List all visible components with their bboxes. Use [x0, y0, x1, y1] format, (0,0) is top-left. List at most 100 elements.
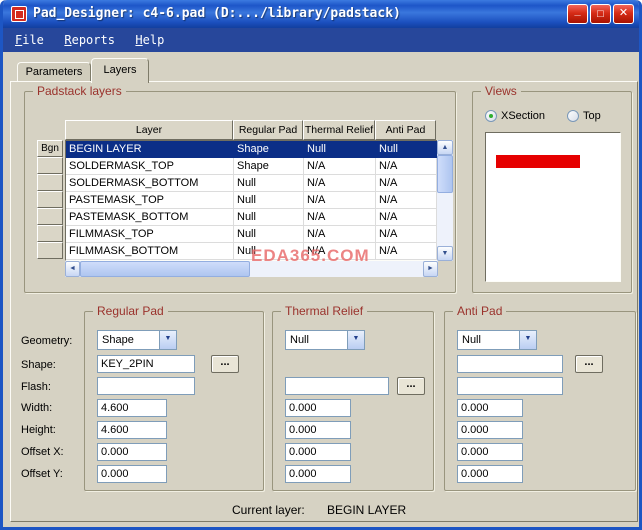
anti-offset-x-input[interactable] [457, 443, 523, 461]
anti-width-input[interactable] [457, 399, 523, 417]
cell-thermal: N/A [304, 158, 376, 175]
thermal-relief-title: Thermal Relief [281, 304, 368, 318]
chevron-down-icon[interactable]: ▼ [159, 331, 176, 349]
anti-flash-input[interactable] [457, 377, 563, 395]
tab-layers[interactable]: Layers [91, 58, 149, 83]
regular-shape-input[interactable] [97, 355, 195, 373]
views-group: Views XSection Top [472, 84, 632, 293]
regular-height-input[interactable] [97, 421, 167, 439]
cell-anti: N/A [376, 192, 437, 209]
minimize-button[interactable]: _ [567, 4, 588, 24]
anti-geometry-value: Null [462, 334, 481, 346]
table-row[interactable]: FILMMASK_TOP Null N/A N/A [66, 226, 437, 243]
cell-regular: Null [234, 192, 304, 209]
cell-regular: Null [234, 226, 304, 243]
scroll-left-icon[interactable]: ◄ [65, 261, 80, 277]
cell-layer: SOLDERMASK_BOTTOM [66, 175, 234, 192]
app-icon[interactable] [11, 6, 27, 22]
radio-xsection[interactable]: XSection [485, 110, 545, 122]
layers-tab-panel: Padstack layers Layer Regular Pad Therma… [10, 81, 638, 522]
column-header-layer[interactable]: Layer [65, 120, 233, 140]
row-header[interactable] [37, 191, 63, 208]
row-header[interactable] [37, 225, 63, 242]
table-row[interactable]: PASTEMASK_TOP Null N/A N/A [66, 192, 437, 209]
regular-offset-y-input[interactable] [97, 465, 167, 483]
thermal-flash-browse-button[interactable]: ... [397, 377, 425, 395]
cell-anti: N/A [376, 209, 437, 226]
regular-geometry-dropdown[interactable]: Shape ▼ [97, 330, 177, 350]
cell-thermal: Null [304, 141, 376, 158]
regular-flash-input[interactable] [97, 377, 195, 395]
anti-shape-input[interactable] [457, 355, 563, 373]
offset-x-label: Offset X: [21, 446, 64, 458]
table-row[interactable]: PASTEMASK_BOTTOM Null N/A N/A [66, 209, 437, 226]
regular-pad-group: Regular Pad Shape ▼ ... [84, 304, 264, 491]
cell-regular: Null [234, 175, 304, 192]
chevron-down-icon[interactable]: ▼ [347, 331, 364, 349]
cell-anti: Null [376, 141, 437, 158]
scroll-up-icon[interactable]: ▲ [437, 140, 453, 155]
cell-layer: FILMMASK_TOP [66, 226, 234, 243]
cell-thermal: N/A [304, 226, 376, 243]
radio-unselected-icon [567, 110, 579, 122]
regular-shape-browse-button[interactable]: ... [211, 355, 239, 373]
vertical-scroll-thumb[interactable] [437, 155, 453, 193]
thermal-geometry-dropdown[interactable]: Null ▼ [285, 330, 365, 350]
table-row[interactable]: SOLDERMASK_TOP Shape N/A N/A [66, 158, 437, 175]
column-header-anti-pad[interactable]: Anti Pad [375, 120, 436, 140]
regular-offset-x-input[interactable] [97, 443, 167, 461]
titlebar[interactable]: Pad_Designer: c4-6.pad (D:.../library/pa… [3, 0, 639, 28]
horizontal-scroll-thumb[interactable] [80, 261, 250, 277]
views-title: Views [481, 84, 521, 98]
window-title: Pad_Designer: c4-6.pad (D:.../library/pa… [33, 6, 401, 21]
row-header[interactable] [37, 174, 63, 191]
thermal-height-input[interactable] [285, 421, 351, 439]
close-button[interactable]: ✕ [613, 4, 634, 24]
cell-layer: PASTEMASK_TOP [66, 192, 234, 209]
radio-top[interactable]: Top [567, 110, 601, 122]
row-header[interactable] [37, 157, 63, 174]
menu-reports[interactable]: Reports [56, 28, 123, 52]
thermal-width-input[interactable] [285, 399, 351, 417]
menu-file[interactable]: File [7, 28, 52, 52]
row-header-bgn[interactable]: Bgn [37, 140, 63, 157]
radio-selected-icon [485, 110, 497, 122]
menu-help[interactable]: Help [127, 28, 172, 52]
chevron-down-icon[interactable]: ▼ [519, 331, 536, 349]
table-vertical-scrollbar[interactable]: ▲ ▼ [437, 140, 453, 261]
cell-layer: PASTEMASK_BOTTOM [66, 209, 234, 226]
column-header-thermal-relief[interactable]: Thermal Relief [303, 120, 375, 140]
maximize-button[interactable]: □ [590, 4, 611, 24]
offset-y-label: Offset Y: [21, 468, 63, 480]
scroll-right-icon[interactable]: ► [423, 261, 438, 277]
tab-parameters[interactable]: Parameters [17, 62, 91, 82]
cell-regular: Shape [234, 141, 304, 158]
regular-pad-title: Regular Pad [93, 304, 168, 318]
cell-layer: FILMMASK_BOTTOM [66, 243, 234, 260]
anti-geometry-dropdown[interactable]: Null ▼ [457, 330, 537, 350]
cell-anti: N/A [376, 226, 437, 243]
anti-height-input[interactable] [457, 421, 523, 439]
current-layer-value: BEGIN LAYER [327, 503, 407, 517]
menubar: File Reports Help [3, 28, 639, 52]
padstack-layers-title: Padstack layers [33, 84, 126, 98]
watermark: EDA365.COM [251, 246, 370, 265]
scroll-down-icon[interactable]: ▼ [437, 246, 453, 261]
row-header[interactable] [37, 242, 63, 259]
xsection-view-canvas [485, 132, 621, 282]
current-layer-label: Current layer: [232, 503, 305, 517]
column-header-regular-pad[interactable]: Regular Pad [233, 120, 303, 140]
radio-top-label: Top [583, 110, 601, 122]
flash-label: Flash: [21, 381, 51, 393]
row-header[interactable] [37, 208, 63, 225]
cell-layer: SOLDERMASK_TOP [66, 158, 234, 175]
thermal-offset-x-input[interactable] [285, 443, 351, 461]
anti-offset-y-input[interactable] [457, 465, 523, 483]
table-row[interactable]: BEGIN LAYER Shape Null Null [66, 141, 437, 158]
anti-shape-browse-button[interactable]: ... [575, 355, 603, 373]
cell-thermal: N/A [304, 209, 376, 226]
regular-width-input[interactable] [97, 399, 167, 417]
table-row[interactable]: SOLDERMASK_BOTTOM Null N/A N/A [66, 175, 437, 192]
thermal-offset-y-input[interactable] [285, 465, 351, 483]
thermal-flash-input[interactable] [285, 377, 389, 395]
